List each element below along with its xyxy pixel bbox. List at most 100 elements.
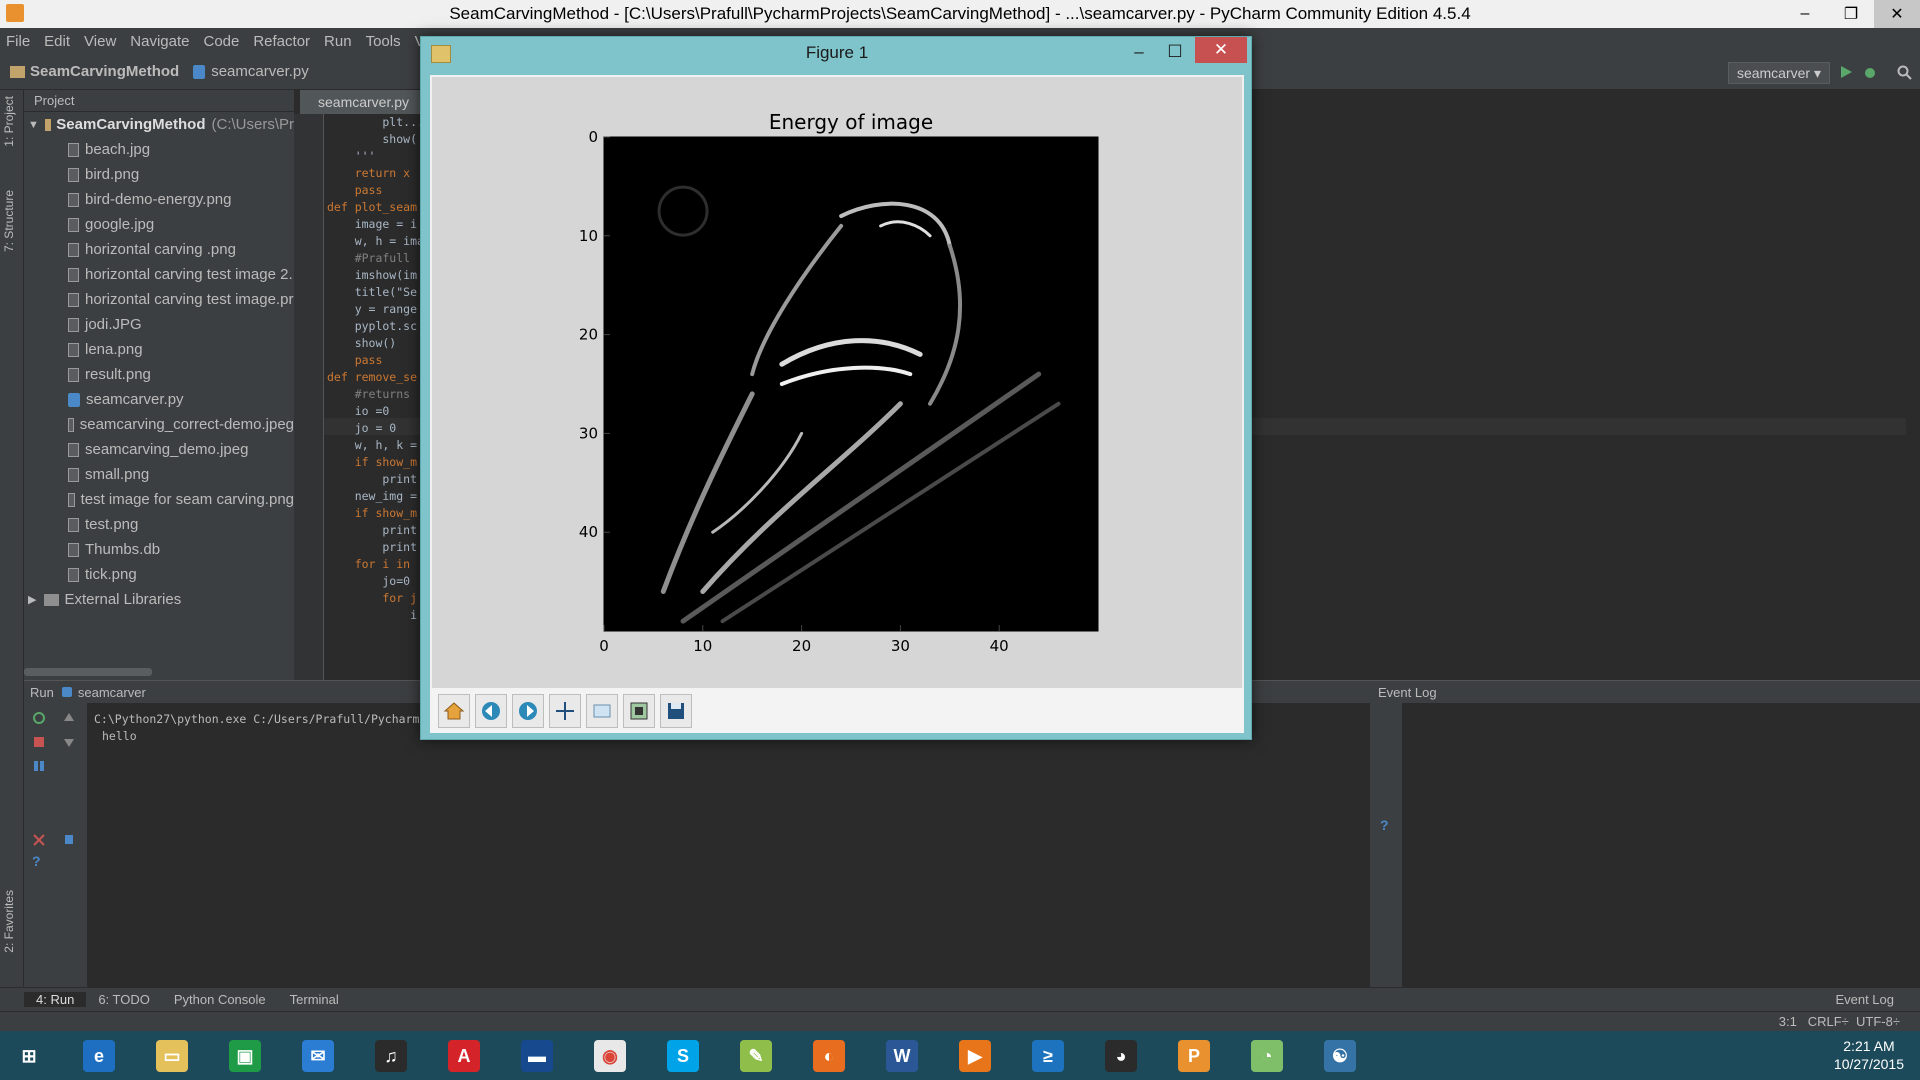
word-icon[interactable]: W [873, 1035, 931, 1077]
file-explorer-icon[interactable]: ▭ [143, 1035, 201, 1077]
rerun-icon[interactable] [32, 711, 46, 725]
pan-icon[interactable] [549, 693, 581, 728]
menu-view[interactable]: View [78, 33, 124, 50]
menu-refactor[interactable]: Refactor [247, 33, 318, 50]
python-icon[interactable]: ☯ [1311, 1035, 1369, 1077]
notepad-icon[interactable]: ✎ [727, 1035, 785, 1077]
adobe-icon[interactable]: A [435, 1035, 493, 1077]
zoom-icon[interactable] [586, 693, 618, 728]
close-button[interactable]: ✕ [1874, 0, 1920, 28]
run-icon[interactable] [1838, 64, 1854, 80]
down-arrow-icon[interactable] [62, 735, 76, 749]
tree-file-item[interactable]: small.png [24, 462, 294, 487]
tree-file-item[interactable]: horizontal carving test image 2. [24, 262, 294, 287]
run-configuration-select[interactable]: seamcarver ▾ [1727, 62, 1830, 84]
windows-start-icon[interactable]: ⊞ [0, 1035, 58, 1077]
tree-file-item[interactable]: Thumbs.db [24, 537, 294, 562]
close-run-icon[interactable] [32, 833, 46, 847]
figure-canvas[interactable]: Energy of image 0 10 20 30 40 0 10 20 30 40 [430, 75, 1244, 695]
help-icon[interactable]: ? [32, 853, 41, 869]
expand-arrow-icon[interactable]: ▶ [28, 593, 36, 606]
menu-run[interactable]: Run [318, 33, 360, 50]
menu-file[interactable]: File [0, 33, 38, 50]
run-console-output[interactable]: C:\Python27\python.exe C:/Users/Prafull/… [94, 711, 419, 745]
internet-explorer-icon[interactable]: e [70, 1035, 128, 1077]
tool-python-console-button[interactable]: Python Console [162, 992, 278, 1007]
tree-file-item[interactable]: horizontal carving test image.pr [24, 287, 294, 312]
tree-file-item[interactable]: seamcarving_demo.jpeg [24, 437, 294, 462]
line-separator[interactable]: CRLF÷ [1808, 1014, 1849, 1029]
store-icon[interactable]: ▣ [216, 1035, 274, 1077]
home-icon[interactable] [438, 693, 470, 728]
tree-file-item[interactable]: result.png [24, 362, 294, 387]
paint-icon[interactable]: ◔ [1238, 1035, 1296, 1077]
file-encoding[interactable]: UTF-8÷ [1856, 1014, 1900, 1029]
tool-todo-button[interactable]: 6: TODO [86, 992, 162, 1007]
pycharm-icon[interactable]: P [1165, 1035, 1223, 1077]
save-icon[interactable] [660, 693, 692, 728]
up-arrow-icon[interactable] [62, 711, 76, 725]
forward-arrow-icon[interactable] [512, 693, 544, 728]
code-line: w, h = ima [327, 234, 424, 248]
editor-gutter[interactable] [294, 114, 324, 680]
breadcrumb-file[interactable]: seamcarver.py [211, 63, 309, 80]
breadcrumb-project[interactable]: SeamCarvingMethod [30, 63, 179, 80]
tree-external-libraries[interactable]: ▶ External Libraries [24, 587, 294, 612]
favorites-tool-tab[interactable]: 2: Favorites [2, 890, 16, 953]
search-icon[interactable] [1896, 64, 1912, 80]
chrome-icon[interactable]: ◉ [581, 1035, 639, 1077]
caret-position[interactable]: 3:1 [1779, 1014, 1797, 1029]
tree-file-item[interactable]: google.jpg [24, 212, 294, 237]
headphones-app-icon[interactable]: ♫ [362, 1035, 420, 1077]
figure-maximize-button[interactable]: ☐ [1157, 39, 1193, 65]
firefox-icon[interactable]: ◐ [800, 1035, 858, 1077]
tree-file-item[interactable]: beach.jpg [24, 137, 294, 162]
debug-icon[interactable] [1862, 64, 1878, 80]
menu-edit[interactable]: Edit [38, 33, 78, 50]
project-tool-tab[interactable]: 1: Project [2, 96, 16, 147]
error-stripe[interactable] [1906, 114, 1920, 680]
event-log-header: Event Log [1370, 681, 1920, 703]
taskbar-clock[interactable]: 2:21 AM 10/27/2015 [1834, 1037, 1904, 1073]
pause-icon[interactable] [32, 759, 46, 773]
tool-run-button[interactable]: 4: Run [24, 992, 87, 1007]
editor-tab-seamcarver[interactable]: seamcarver.py [300, 90, 420, 114]
python-file-icon [68, 392, 80, 407]
back-arrow-icon[interactable] [475, 693, 507, 728]
tree-file-item[interactable]: seamcarver.py [24, 387, 294, 412]
tree-file-item[interactable]: test.png [24, 512, 294, 537]
powershell-icon[interactable]: ≥ [1019, 1035, 1077, 1077]
tool-terminal-button[interactable]: Terminal [278, 992, 351, 1007]
tree-file-item[interactable]: bird.png [24, 162, 294, 187]
project-view-select[interactable]: Project [34, 93, 74, 108]
tree-file-item[interactable]: test image for seam carving.png [24, 487, 294, 512]
maximize-button[interactable]: ❐ [1828, 0, 1874, 28]
horizontal-scrollbar[interactable] [24, 668, 152, 676]
skype-icon[interactable]: S [654, 1035, 712, 1077]
menu-navigate[interactable]: Navigate [124, 33, 197, 50]
media-player-icon[interactable]: ▶ [946, 1035, 1004, 1077]
expand-arrow-icon[interactable]: ▼ [28, 119, 39, 131]
minimize-button[interactable]: – [1782, 0, 1828, 28]
github-icon[interactable]: ◕ [1092, 1035, 1150, 1077]
structure-tool-tab[interactable]: 7: Structure [2, 190, 16, 252]
event-log-button[interactable]: Event Log [1823, 992, 1906, 1007]
help-icon[interactable]: ? [1380, 817, 1389, 833]
tree-file-item[interactable]: tick.png [24, 562, 294, 587]
mail-icon[interactable]: ✉ [289, 1035, 347, 1077]
tree-file-item[interactable]: lena.png [24, 337, 294, 362]
remote-desktop-icon[interactable]: ▬ [508, 1035, 566, 1077]
stop-icon[interactable] [32, 735, 46, 749]
code-text[interactable]: plt... show( ''' return x pass def plot_s… [327, 114, 424, 624]
tree-root[interactable]: ▼ SeamCarvingMethod (C:\Users\Pr [24, 112, 294, 137]
figure-minimize-button[interactable]: – [1121, 39, 1157, 65]
tree-file-item[interactable]: horizontal carving .png [24, 237, 294, 262]
tree-file-item[interactable]: seamcarving_correct-demo.jpeg [24, 412, 294, 437]
figure-close-button[interactable]: ✕ [1195, 37, 1247, 63]
tree-file-item[interactable]: jodi.JPG [24, 312, 294, 337]
menu-code[interactable]: Code [197, 33, 247, 50]
tree-file-item[interactable]: bird-demo-energy.png [24, 187, 294, 212]
configure-subplots-icon[interactable] [623, 693, 655, 728]
trash-icon[interactable] [62, 831, 76, 845]
menu-tools[interactable]: Tools [360, 33, 409, 50]
